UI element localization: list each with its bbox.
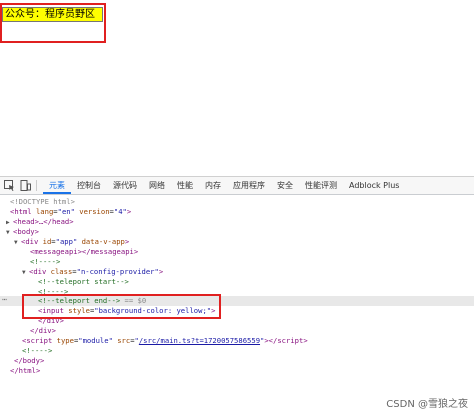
collapse-arrow-icon[interactable]: ▼ xyxy=(14,237,21,249)
inspect-element-icon[interactable] xyxy=(2,179,16,193)
div-close-tag: </div> xyxy=(30,326,56,335)
html-close-tag: </html> xyxy=(10,366,41,375)
dom-node-script[interactable]: <script type="module" src="/src/main.ts?… xyxy=(22,335,308,347)
attr-name: lang xyxy=(35,207,54,216)
page-viewport: 公众号：程序员野区 xyxy=(0,0,474,176)
head-tag: <head>…</head> xyxy=(13,217,74,226)
collapse-arrow-icon[interactable]: ▼ xyxy=(22,267,29,279)
tab-console[interactable]: 控制台 xyxy=(71,177,107,194)
tab-lighthouse[interactable]: 性能评测 xyxy=(299,177,343,194)
attr-name: id xyxy=(42,237,52,246)
body-tag: <body> xyxy=(13,227,39,236)
tab-network[interactable]: 网络 xyxy=(143,177,171,194)
more-options-icon[interactable]: ⋯ xyxy=(2,295,7,304)
comment-text: <!--teleport start--> xyxy=(38,277,129,286)
body-close-tag: </body> xyxy=(14,356,45,365)
devtools-toolbar: 元素 控制台 源代码 网络 性能 内存 应用程序 安全 性能评测 Adblock… xyxy=(0,177,474,195)
attr-value: en xyxy=(61,207,71,216)
watermark: CSDN @雪狼之夜 xyxy=(386,399,468,410)
doctype-text: <!DOCTYPE html> xyxy=(10,197,75,206)
tab-memory[interactable]: 内存 xyxy=(199,177,227,194)
yellow-text-input[interactable]: 公众号：程序员野区 xyxy=(2,7,103,22)
attr-name: version xyxy=(79,207,110,216)
dom-node-html-close[interactable]: </html> xyxy=(10,365,40,377)
div-tag-name: div xyxy=(25,237,39,246)
tab-adblock-plus[interactable]: Adblock Plus xyxy=(343,177,405,194)
tab-application[interactable]: 应用程序 xyxy=(227,177,271,194)
attr-name: type xyxy=(56,336,74,345)
tab-performance[interactable]: 性能 xyxy=(171,177,199,194)
attr-value: 4 xyxy=(118,207,123,216)
script-tag-name: script xyxy=(277,336,304,345)
tab-sources[interactable]: 源代码 xyxy=(107,177,143,194)
html-tag-name: html xyxy=(14,207,32,216)
div-tag-name: div xyxy=(33,267,47,276)
messageapi-tag: <messageapi></messageapi> xyxy=(30,247,139,256)
script-src-link[interactable]: /src/main.ts?t=1720057586559 xyxy=(139,336,260,345)
attr-name: src xyxy=(117,336,131,345)
highlight-box xyxy=(22,294,221,319)
attr-name: class xyxy=(50,267,73,276)
toolbar-divider xyxy=(36,180,37,191)
collapse-arrow-icon[interactable]: ▼ xyxy=(6,227,13,239)
tab-elements[interactable]: 元素 xyxy=(43,177,71,194)
tab-security[interactable]: 安全 xyxy=(271,177,299,194)
script-tag-name: script xyxy=(26,336,53,345)
attr-value: n-config-provider xyxy=(80,267,155,276)
device-toolbar-icon[interactable] xyxy=(18,179,32,193)
comment-text: <!----> xyxy=(30,257,61,266)
comment-text: <!----> xyxy=(22,346,53,355)
attr-name: data-v-app xyxy=(81,237,125,246)
attr-value: app xyxy=(59,237,73,246)
attr-value: module xyxy=(82,336,109,345)
